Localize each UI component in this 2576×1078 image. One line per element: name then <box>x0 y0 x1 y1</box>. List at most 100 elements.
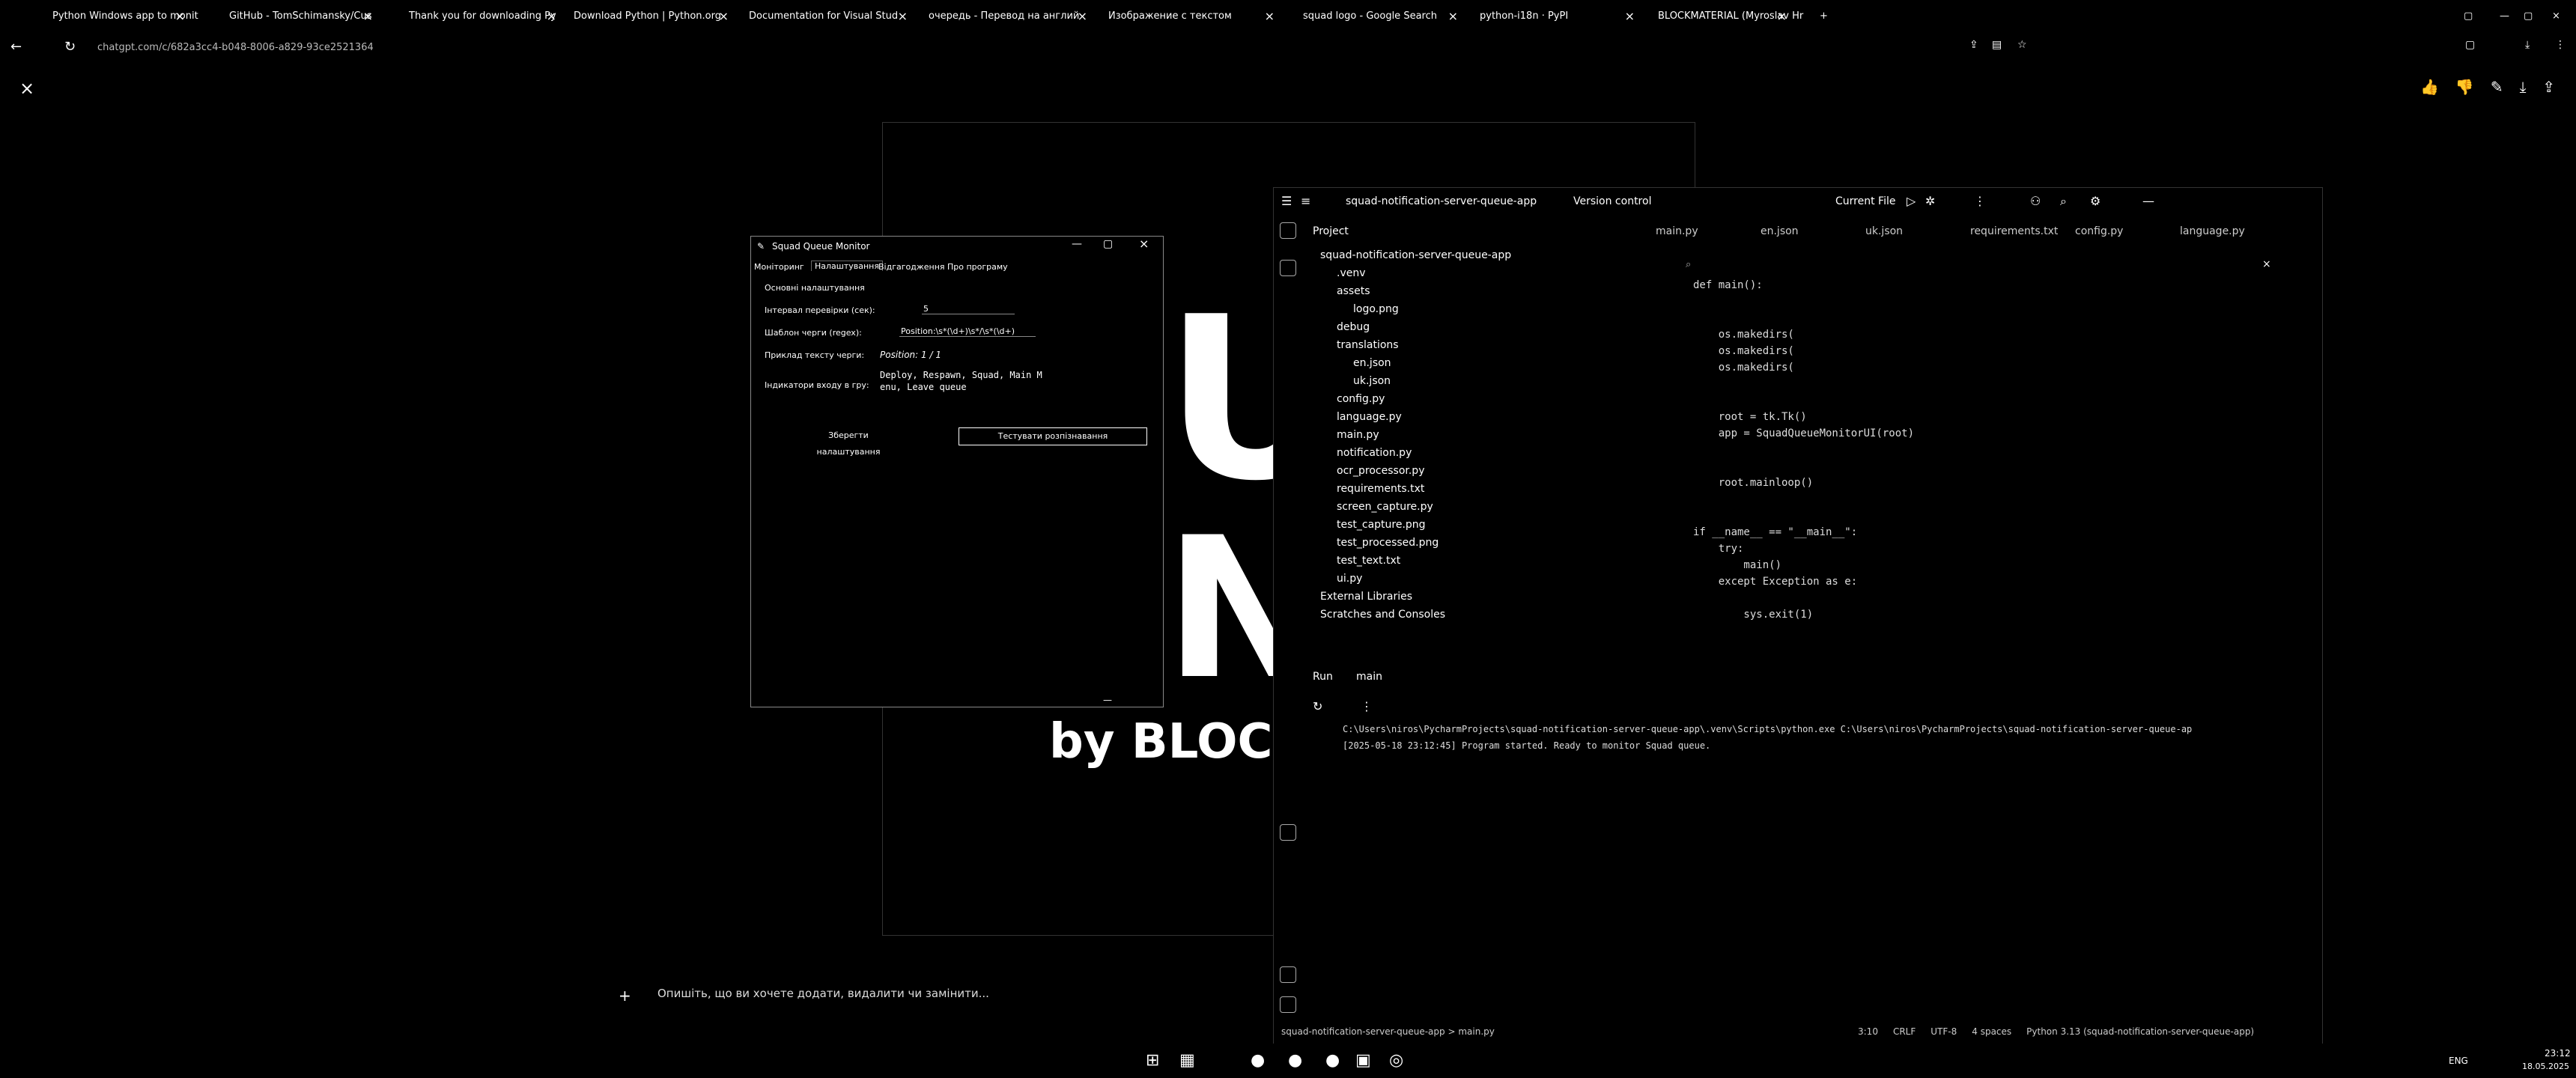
close-icon[interactable]: × <box>547 9 556 23</box>
vcs-selector[interactable]: Version control <box>1573 195 1651 207</box>
cursor-position[interactable]: 3:10 <box>1858 1026 1878 1037</box>
menu-icon[interactable]: ⋮ <box>2555 39 2566 51</box>
url-text[interactable]: chatgpt.com/c/682a3cc4-b048-8006-a829-93… <box>97 42 374 53</box>
browser-tab[interactable]: squad logo - Google Search × <box>1303 4 1458 27</box>
indicators-value-2[interactable]: enu, Leave queue <box>880 382 967 392</box>
tab-overview-icon[interactable]: ▢ <box>2464 4 2473 27</box>
pattern-input[interactable] <box>899 326 1036 337</box>
interval-input[interactable] <box>922 304 1015 314</box>
account-icon[interactable]: ⚇ <box>2030 194 2041 208</box>
test-recognition-button[interactable]: Тестувати розпізнавання <box>959 427 1147 445</box>
tree-item[interactable]: Scratches and Consoles <box>1313 609 1627 627</box>
tree-item[interactable]: language.py <box>1313 411 1627 429</box>
close-icon[interactable]: × <box>1777 9 1787 23</box>
back-icon[interactable]: ← <box>10 39 22 55</box>
tree-item[interactable]: screen_capture.py <box>1313 501 1627 519</box>
editor-tab[interactable]: uk.json <box>1865 225 1903 237</box>
tree-item[interactable]: debug <box>1313 321 1627 339</box>
tree-item[interactable]: test_processed.png <box>1313 537 1627 555</box>
like-icon[interactable]: 👍 <box>2420 78 2439 96</box>
maximize-icon[interactable]: ▢ <box>2524 4 2533 27</box>
editor-tab[interactable]: en.json <box>1761 225 1799 237</box>
editor-tab[interactable]: config.py <box>2075 225 2123 237</box>
tree-item[interactable]: notification.py <box>1313 447 1627 465</box>
sidebar-icon[interactable]: ▢ <box>2465 39 2475 51</box>
editor-tab[interactable]: main.py <box>1656 225 1698 237</box>
indicators-value-1[interactable]: Deploy, Respawn, Squad, Main M <box>880 370 1042 380</box>
tab-debug[interactable]: Відгагодження <box>878 262 945 272</box>
tab-settings[interactable]: Налаштування <box>811 261 883 271</box>
start-icon[interactable]: ⊞ <box>1146 1051 1159 1070</box>
browser-tab[interactable]: Python Windows app to monit × <box>52 4 198 27</box>
tree-item[interactable]: test_capture.png <box>1313 519 1627 537</box>
interpreter[interactable]: Python 3.13 (squad-notification-server-q… <box>2026 1026 2254 1037</box>
close-icon[interactable]: × <box>2262 258 2271 270</box>
close-icon[interactable]: × <box>719 9 729 23</box>
terminal-icon[interactable] <box>1280 824 1296 841</box>
search-icon[interactable]: ⌕ <box>1686 259 1691 270</box>
tab-about[interactable]: Про програму <box>947 262 1008 272</box>
close-icon[interactable]: × <box>1448 9 1458 23</box>
rerun-icon[interactable]: ↻ <box>1313 699 1322 713</box>
close-window-icon[interactable]: × <box>2552 4 2560 27</box>
tree-item[interactable]: ui.py <box>1313 573 1627 591</box>
close-icon[interactable]: × <box>1265 9 1275 23</box>
run-tab[interactable]: Run <box>1313 671 1333 683</box>
resize-grip[interactable]: — <box>1103 695 1112 705</box>
explorer-icon[interactable]: ▦ <box>1179 1051 1195 1070</box>
clock-date[interactable]: 18.05.2025 <box>2522 1062 2569 1071</box>
hamburger-icon[interactable]: ≡ <box>1301 194 1310 208</box>
git-icon[interactable] <box>1280 996 1296 1013</box>
browser-tab[interactable]: python-i18n · PyPI × <box>1480 4 1635 27</box>
encoding[interactable]: UTF-8 <box>1931 1026 1957 1037</box>
close-icon[interactable]: × <box>898 9 908 23</box>
tree-item[interactable]: .venv <box>1313 267 1627 285</box>
close-icon[interactable]: × <box>1139 237 1149 251</box>
editor-tab[interactable]: language.py <box>2180 225 2245 237</box>
app-icon[interactable]: ▣ <box>1355 1051 1371 1070</box>
close-icon[interactable]: × <box>1625 9 1635 23</box>
tree-item[interactable]: config.py <box>1313 393 1627 411</box>
tab-monitoring[interactable]: Моніторинг <box>754 262 804 272</box>
project-label[interactable]: Project <box>1313 225 1349 237</box>
tree-item[interactable]: assets <box>1313 285 1627 303</box>
run-icon[interactable]: ▷ <box>1907 194 1916 208</box>
editor-tab[interactable]: requirements.txt <box>1970 225 2058 237</box>
tree-item[interactable]: test_text.txt <box>1313 555 1627 573</box>
tree-item[interactable]: ocr_processor.py <box>1313 465 1627 483</box>
tree-item[interactable]: logo.png <box>1313 303 1627 321</box>
close-icon[interactable]: × <box>363 9 373 23</box>
dislike-icon[interactable]: 👎 <box>2455 78 2474 96</box>
tree-item[interactable]: External Libraries <box>1313 591 1627 609</box>
reload-icon[interactable]: ↻ <box>64 39 76 55</box>
browser-tab[interactable]: BLOCKMATERIAL (Myroslav Hr × <box>1658 4 1803 27</box>
download-icon[interactable]: ⤓ <box>2525 39 2530 51</box>
project-selector[interactable]: squad-notification-server-queue-app <box>1346 195 1537 207</box>
edit-icon[interactable]: ✎ <box>2491 78 2503 96</box>
browser-tab[interactable]: Documentation for Visual Stud × <box>749 4 908 27</box>
save-settings-button[interactable]: Зберегти налаштування <box>796 427 901 457</box>
search-icon[interactable]: ⌕ <box>2060 194 2067 209</box>
language-indicator[interactable]: ENG <box>2449 1056 2468 1066</box>
browser-tab[interactable]: Изображение с текстом × <box>1108 4 1275 27</box>
minimize-icon[interactable]: — <box>2142 194 2154 208</box>
status-breadcrumb[interactable]: squad-notification-server-queue-app > ma… <box>1281 1026 1495 1037</box>
line-ending[interactable]: CRLF <box>1893 1026 1916 1037</box>
app-icon[interactable]: ● <box>1288 1051 1302 1070</box>
structure-icon[interactable] <box>1280 260 1296 276</box>
add-icon[interactable]: + <box>619 987 631 1005</box>
app-icon[interactable]: ● <box>1251 1051 1265 1070</box>
indent-setting[interactable]: 4 spaces <box>1972 1026 2011 1037</box>
minimize-icon[interactable]: — <box>1072 238 1082 250</box>
reading-icon[interactable]: ▤ <box>1992 39 2002 51</box>
browser-tab[interactable]: Thank you for downloading Py × <box>409 4 556 27</box>
problems-icon[interactable] <box>1280 966 1296 983</box>
run-config-tab[interactable]: main <box>1356 671 1382 683</box>
more-icon[interactable]: ⋮ <box>1361 699 1373 713</box>
browser-tab[interactable]: Download Python | Python.org × <box>574 4 729 27</box>
tree-item[interactable]: translations <box>1313 339 1627 357</box>
more-icon[interactable]: ⋮ <box>1974 194 1986 208</box>
close-icon[interactable]: × <box>175 9 185 23</box>
run-config-selector[interactable]: Current File <box>1835 195 1895 207</box>
browser-tab[interactable]: очередь - Перевод на англий × <box>929 4 1087 27</box>
